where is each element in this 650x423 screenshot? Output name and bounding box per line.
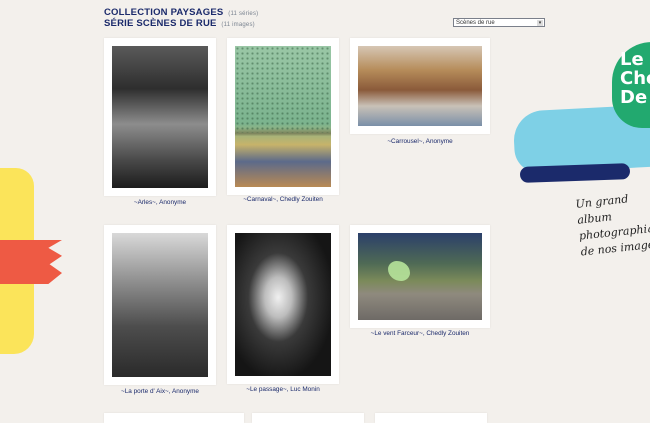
handwritten-tagline: Un grand album photographique de nos ima…: [575, 192, 650, 259]
serie-select[interactable]: Scènes de rue ▾: [453, 18, 545, 27]
bird-flock-texture: [235, 46, 331, 134]
logo-line: Le: [620, 49, 644, 70]
gallery-thumbnail[interactable]: [104, 38, 216, 196]
photo-carnaval[interactable]: [235, 46, 331, 187]
serie-title: SÉRIE SCÈNES DE RUE (11 images): [104, 19, 258, 30]
gallery-thumbnail[interactable]: [104, 413, 244, 423]
photo-caption[interactable]: ~Le passage~, Luc Monin: [227, 386, 339, 393]
chevron-down-icon[interactable]: ▾: [537, 20, 543, 26]
serie-select-value: Scènes de rue: [456, 20, 495, 26]
red-ribbon-decoration: [0, 240, 62, 284]
photo-caption[interactable]: ~Carrousel~, Anonyme: [350, 138, 490, 145]
gallery-thumbnail[interactable]: [104, 225, 216, 385]
gallery-thumbnail[interactable]: [227, 38, 339, 195]
photo-carrousel[interactable]: [358, 46, 482, 126]
serie-label: SÉRIE SCÈNES DE RUE: [104, 18, 217, 29]
photo-caption[interactable]: ~Carnaval~, Chedly Zouiten: [227, 196, 339, 203]
gallery-thumbnail[interactable]: [350, 225, 490, 328]
logo-line: Che: [620, 68, 650, 89]
serie-count: (11 images): [221, 22, 255, 28]
gallery-thumbnail[interactable]: [375, 413, 487, 423]
photo-caption[interactable]: ~Arles~, Anonyme: [104, 199, 216, 206]
photo-arles[interactable]: [112, 46, 208, 188]
photo-caption[interactable]: ~Le vent Farceur~, Chedly Zouiten: [350, 330, 490, 337]
photo-passage[interactable]: [235, 233, 331, 376]
collection-label[interactable]: COLLECTION PAYSAGES: [104, 7, 223, 18]
gallery-thumbnail[interactable]: [227, 225, 339, 384]
gallery-thumbnail[interactable]: [350, 38, 490, 134]
plastic-bag-shape: [388, 261, 410, 281]
photo-porte-aix[interactable]: [112, 233, 208, 377]
navy-shape-decoration: [519, 163, 631, 183]
photo-caption[interactable]: ~La porte d' Aix~, Anonyme: [104, 388, 216, 395]
gallery-thumbnail[interactable]: [252, 413, 364, 423]
gallery-header: COLLECTION PAYSAGES (11 séries) SÉRIE SC…: [104, 8, 258, 30]
photo-vent-farceur[interactable]: [358, 233, 482, 320]
logo-line: De: [620, 87, 648, 108]
site-logo[interactable]: Le Che De: [620, 50, 650, 107]
collection-count: (11 séries): [228, 11, 259, 17]
